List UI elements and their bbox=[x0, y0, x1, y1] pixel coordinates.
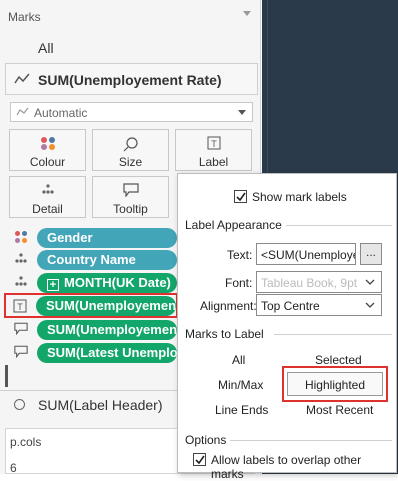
colour-button-label: Colour bbox=[29, 155, 66, 169]
pill-row-month[interactable]: + MONTH(UK Date) bbox=[5, 271, 177, 294]
label-button[interactable]: T Label bbox=[175, 129, 252, 171]
option-highlighted-button[interactable]: Highlighted bbox=[287, 372, 383, 396]
label-header-label: SUM(Label Header) bbox=[38, 397, 163, 413]
alignment-dropdown[interactable]: Top Centre bbox=[256, 294, 382, 316]
alignment-field-label: Alignment: bbox=[200, 299, 257, 313]
circle-mark-icon bbox=[14, 399, 25, 410]
chevron-down-icon bbox=[365, 279, 375, 285]
pill-sum-unemployment-tooltip[interactable]: SUM(Unemployement Rate) bbox=[37, 320, 177, 340]
edit-label-text-button[interactable]: ... bbox=[360, 243, 382, 265]
text-label-icon: T bbox=[13, 299, 27, 313]
text-field-label: Text: bbox=[227, 248, 253, 262]
svg-text:T: T bbox=[211, 139, 217, 149]
colour-button[interactable]: Colour bbox=[9, 129, 86, 171]
font-field-label: Font: bbox=[225, 276, 253, 290]
svg-text:T: T bbox=[17, 302, 23, 312]
checkmark-icon bbox=[236, 192, 246, 202]
size-button-label: Size bbox=[118, 155, 143, 169]
marks-all-row[interactable]: All bbox=[0, 32, 261, 62]
colour-dots-icon bbox=[15, 231, 27, 243]
tooltip-button[interactable]: Tooltip bbox=[92, 176, 169, 218]
tooltip-icon bbox=[122, 183, 139, 197]
highlight-annotation-box: Highlighted bbox=[282, 366, 388, 402]
parameter-value[interactable]: 6 bbox=[10, 461, 17, 475]
options-title: Options bbox=[185, 433, 227, 447]
font-dropdown[interactable]: Tableau Book, 9pt bbox=[256, 271, 382, 293]
show-mark-labels-checkbox[interactable] bbox=[234, 190, 247, 203]
pill-sum-unemployment-label[interactable]: SUM(Unemployement Rate) bbox=[36, 296, 176, 316]
font-value: Tableau Book, 9pt bbox=[261, 276, 358, 290]
pill-country-name[interactable]: Country Name bbox=[37, 250, 177, 270]
label-button-label: Label bbox=[198, 155, 229, 169]
shelf-divider bbox=[5, 365, 8, 387]
alignment-value: Top Centre bbox=[261, 299, 320, 313]
chevron-down-icon bbox=[365, 302, 375, 308]
line-chart-icon bbox=[14, 73, 30, 84]
pill-month-label: MONTH(UK Date) bbox=[64, 275, 171, 290]
marks-to-label-title: Marks to Label bbox=[185, 327, 264, 341]
series-label: SUM(Unemployement Rate) bbox=[38, 72, 222, 88]
checkmark-icon bbox=[195, 455, 205, 465]
automatic-line-icon bbox=[16, 107, 29, 116]
detail-button-label: Detail bbox=[32, 202, 63, 216]
label-text-field[interactable]: <SUM(Unemployement Rate)> bbox=[256, 243, 356, 265]
pill-gender[interactable]: Gender bbox=[37, 228, 177, 248]
pill-row-gender[interactable]: Gender bbox=[5, 226, 177, 249]
option-line-ends[interactable]: Line Ends bbox=[215, 403, 268, 417]
divider bbox=[274, 334, 392, 335]
marks-header: Marks bbox=[0, 0, 261, 32]
detail-dots-icon bbox=[41, 184, 54, 194]
mark-type-value: Automatic bbox=[34, 106, 88, 120]
show-mark-labels-text: Show mark labels bbox=[252, 190, 347, 204]
tooltip-button-label: Tooltip bbox=[113, 202, 148, 216]
option-highlighted-label: Highlighted bbox=[304, 378, 366, 392]
pill-latest-unemployment[interactable]: SUM(Latest Unemployment) bbox=[37, 343, 177, 363]
marks-title: Marks bbox=[8, 10, 41, 24]
pill-row-country[interactable]: Country Name bbox=[5, 248, 177, 271]
size-icon bbox=[123, 137, 138, 152]
chevron-down-icon bbox=[238, 110, 246, 115]
marks-all-label: All bbox=[38, 40, 54, 56]
option-all[interactable]: All bbox=[232, 353, 245, 367]
expand-plus-icon[interactable]: + bbox=[47, 279, 59, 291]
pill-month-uk-date[interactable]: + MONTH(UK Date) bbox=[37, 273, 177, 293]
option-selected[interactable]: Selected bbox=[315, 353, 362, 367]
series-header[interactable]: SUM(Unemployement Rate) bbox=[5, 63, 258, 95]
option-most-recent[interactable]: Most Recent bbox=[306, 403, 373, 417]
parameter-title: p.cols bbox=[10, 435, 42, 449]
colour-dots-icon bbox=[40, 137, 55, 150]
detail-button[interactable]: Detail bbox=[9, 176, 86, 218]
mark-type-dropdown[interactable]: Automatic bbox=[10, 102, 253, 122]
pill-row-latest-unemployment[interactable]: SUM(Latest Unemployment) bbox=[5, 341, 177, 364]
pill-row-label-unemployment[interactable]: T SUM(Unemployement Rate) bbox=[4, 293, 178, 318]
divider bbox=[286, 225, 392, 226]
marks-menu-caret-icon[interactable] bbox=[243, 11, 251, 16]
option-min-max[interactable]: Min/Max bbox=[218, 378, 263, 392]
allow-overlap-text: Allow labels to overlap other marks bbox=[211, 453, 362, 481]
tooltip-icon bbox=[14, 345, 28, 358]
detail-dots-icon bbox=[15, 253, 27, 263]
allow-overlap-checkbox[interactable] bbox=[193, 453, 206, 466]
divider bbox=[230, 440, 392, 441]
text-label-icon: T bbox=[207, 136, 220, 150]
tooltip-icon bbox=[14, 322, 28, 335]
size-button[interactable]: Size bbox=[92, 129, 169, 171]
label-appearance-title: Label Appearance bbox=[185, 218, 282, 232]
label-settings-popup: Show mark labels Label Appearance Text: … bbox=[177, 173, 397, 481]
pill-row-tooltip-unemployment[interactable]: SUM(Unemployement Rate) bbox=[5, 318, 177, 341]
label-text-value: <SUM(Unemployement Rate)> bbox=[261, 248, 355, 262]
detail-dots-icon bbox=[15, 276, 27, 286]
